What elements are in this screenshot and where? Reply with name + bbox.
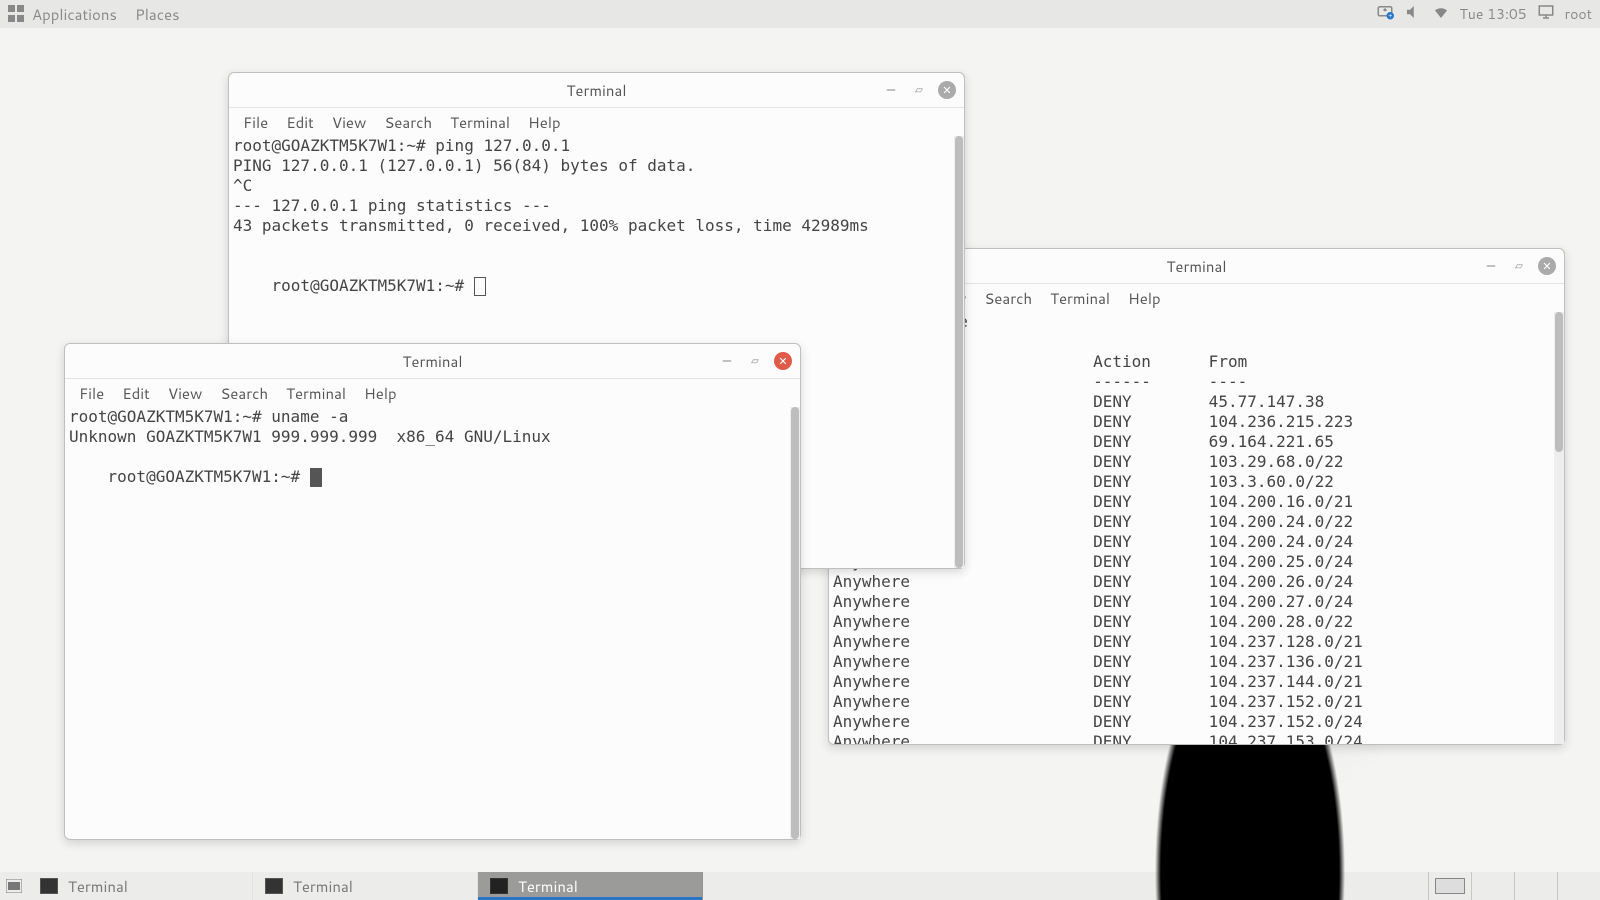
scrollbar[interactable] [954, 136, 964, 568]
minimize-button[interactable] [882, 81, 900, 99]
show-desktop-button[interactable] [0, 872, 28, 900]
user-label[interactable]: root [1565, 4, 1592, 24]
terminal-output[interactable]: root@GOAZKTM5K7W1:~# uname -a Unknown GO… [65, 407, 800, 839]
minimize-button[interactable] [1482, 257, 1500, 275]
menu-terminal[interactable]: Terminal [1050, 288, 1110, 309]
titlebar[interactable]: Terminal [65, 344, 800, 379]
taskbar: Terminal Terminal Terminal [0, 872, 1600, 900]
text-cursor [474, 277, 486, 296]
menu-applications[interactable]: Applications [32, 4, 117, 25]
menu-terminal[interactable]: Terminal [286, 383, 346, 404]
workspace-4[interactable] [1557, 872, 1600, 900]
window-title: Terminal [403, 351, 463, 372]
workspace-1[interactable] [1435, 878, 1465, 894]
taskbar-item-terminal[interactable]: Terminal [478, 872, 703, 900]
menu-search[interactable]: Search [220, 383, 268, 404]
titlebar[interactable]: Terminal [229, 73, 964, 108]
terminal-icon [265, 878, 283, 894]
taskbar-item-label: Terminal [68, 876, 128, 897]
menu-help[interactable]: Help [528, 112, 561, 133]
taskbar-item-terminal[interactable]: Terminal [253, 872, 478, 900]
updates-available-icon[interactable]: + [1376, 3, 1394, 26]
close-button[interactable] [1538, 257, 1556, 275]
menu-edit[interactable]: Edit [122, 383, 150, 404]
menu-edit[interactable]: Edit [286, 112, 314, 133]
clock-text[interactable]: Tue 13:05 [1460, 4, 1527, 24]
terminal-icon [490, 878, 508, 894]
terminal-icon [40, 878, 58, 894]
menu-places[interactable]: Places [135, 4, 180, 25]
taskbar-item-label: Terminal [518, 876, 578, 897]
applications-grid-icon[interactable] [8, 5, 26, 23]
menu-terminal[interactable]: Terminal [450, 112, 510, 133]
menu-view[interactable]: View [332, 112, 367, 133]
menu-file[interactable]: File [79, 383, 104, 404]
maximize-button[interactable] [1510, 257, 1528, 275]
menubar: File Edit View Search Terminal Help [229, 108, 964, 136]
volume-icon[interactable] [1404, 3, 1422, 26]
close-button[interactable] [938, 81, 956, 99]
menu-help[interactable]: Help [364, 383, 397, 404]
network-wifi-icon[interactable] [1432, 3, 1450, 26]
taskbar-item-label: Terminal [293, 876, 353, 897]
workspace-switcher[interactable] [1428, 872, 1600, 900]
close-button[interactable] [774, 352, 792, 370]
menu-file[interactable]: File [243, 112, 268, 133]
svg-text:+: + [1388, 11, 1392, 20]
top-panel: Applications Places + Tue 13:05 root [0, 0, 1600, 28]
menubar: File Edit View Search Terminal Help [65, 379, 800, 407]
menu-view[interactable]: View [168, 383, 203, 404]
scrollbar[interactable] [790, 407, 800, 839]
text-cursor [310, 468, 322, 487]
maximize-button[interactable] [746, 352, 764, 370]
scrollbar[interactable] [1554, 312, 1564, 744]
workspace-3[interactable] [1514, 872, 1557, 900]
menu-search[interactable]: Search [384, 112, 432, 133]
taskbar-item-terminal[interactable]: Terminal [28, 872, 253, 900]
display-icon[interactable] [1537, 3, 1555, 26]
window-title: Terminal [567, 80, 627, 101]
terminal-window-2[interactable]: Terminal FileEditViewSearchTerminalHelp … [64, 343, 801, 840]
system-tray: + Tue 13:05 root [1376, 3, 1592, 26]
menu-search[interactable]: Search [984, 288, 1032, 309]
minimize-button[interactable] [718, 352, 736, 370]
window-title: Terminal [1167, 256, 1227, 277]
maximize-button[interactable] [910, 81, 928, 99]
menu-help[interactable]: Help [1128, 288, 1161, 309]
workspace-2[interactable] [1471, 872, 1514, 900]
